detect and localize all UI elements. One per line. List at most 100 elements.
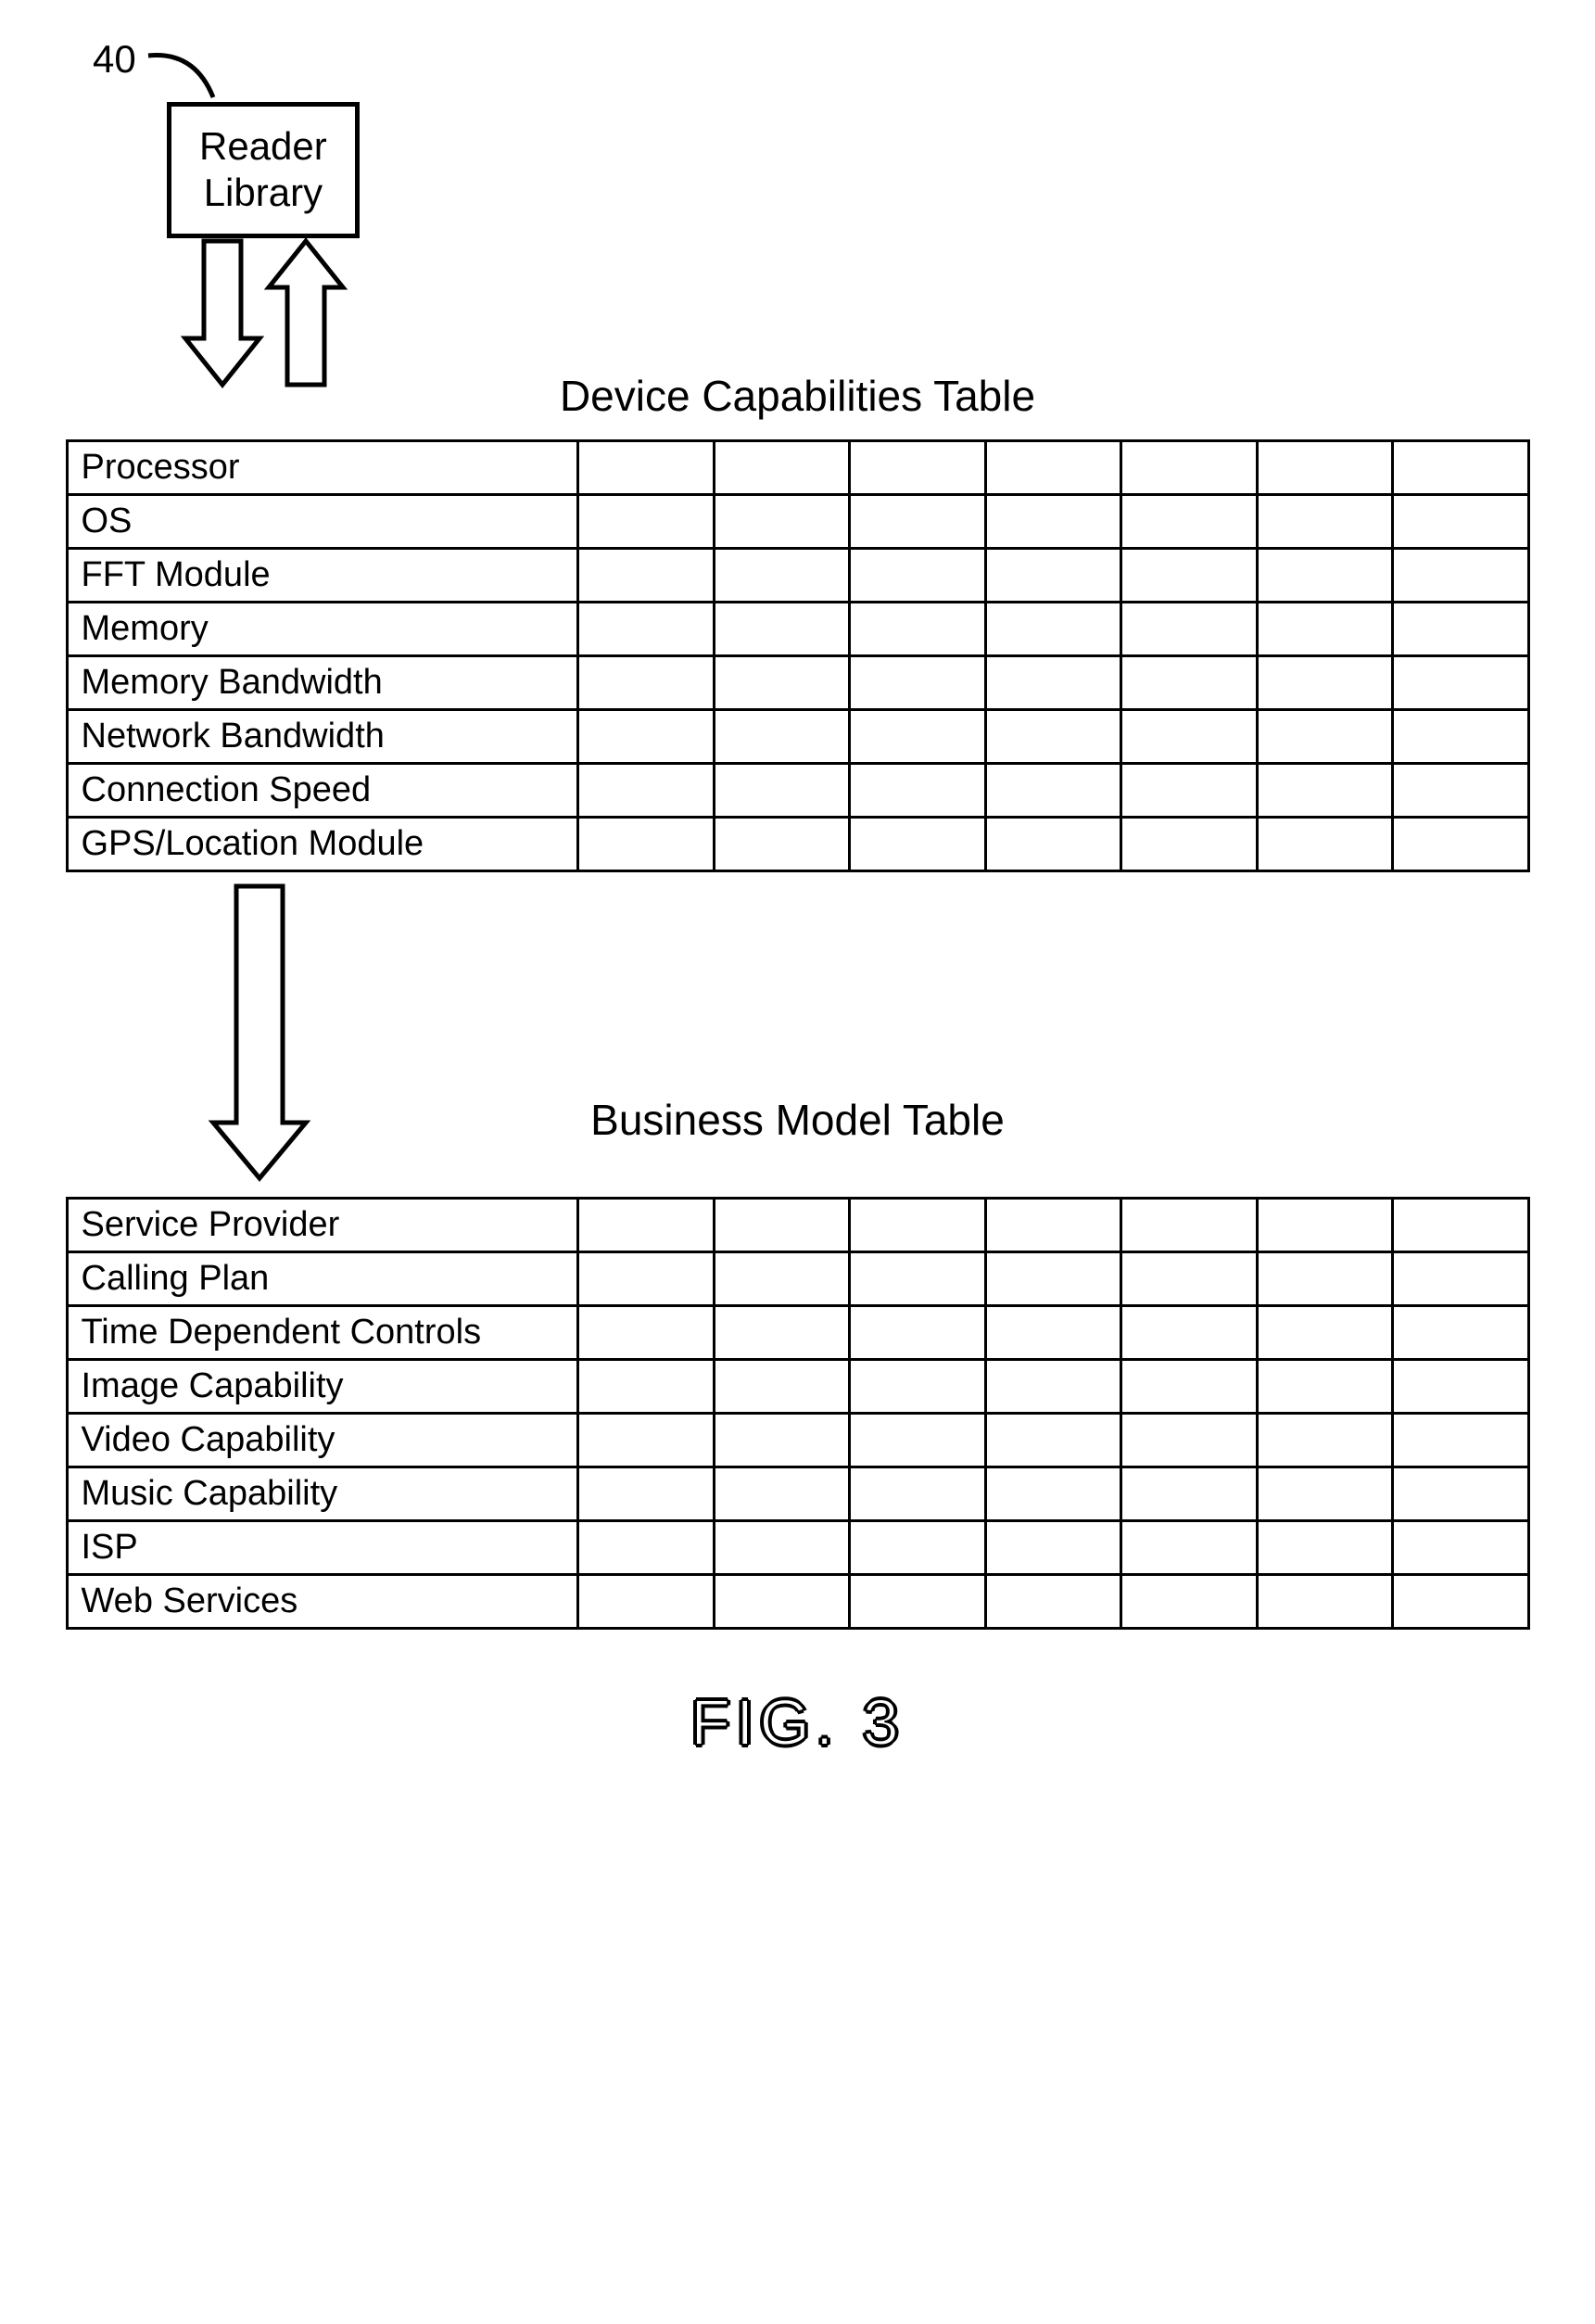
table-row: FFT Module bbox=[67, 549, 1528, 603]
empty-cell bbox=[1121, 549, 1257, 603]
table-row: GPS/Location Module bbox=[67, 818, 1528, 871]
empty-cell bbox=[1257, 1521, 1392, 1575]
row-label: Memory Bandwidth bbox=[67, 656, 578, 710]
device-capabilities-table: ProcessorOSFFT ModuleMemoryMemory Bandwi… bbox=[66, 439, 1530, 872]
table-row: Web Services bbox=[67, 1575, 1528, 1629]
empty-cell bbox=[714, 603, 849, 656]
empty-cell bbox=[850, 1252, 985, 1306]
empty-cell bbox=[850, 1467, 985, 1521]
reader-library-line2: Library bbox=[199, 170, 327, 216]
device-capabilities-tbody: ProcessorOSFFT ModuleMemoryMemory Bandwi… bbox=[67, 441, 1528, 871]
empty-cell bbox=[1121, 441, 1257, 495]
empty-cell bbox=[714, 1467, 849, 1521]
empty-cell bbox=[1257, 656, 1392, 710]
row-label: Video Capability bbox=[67, 1414, 578, 1467]
row-label: FFT Module bbox=[67, 549, 578, 603]
empty-cell bbox=[578, 764, 714, 818]
empty-cell bbox=[985, 603, 1120, 656]
empty-cell bbox=[1393, 764, 1529, 818]
empty-cell bbox=[1257, 1575, 1392, 1629]
empty-cell bbox=[985, 1521, 1120, 1575]
reader-library-line1: Reader bbox=[199, 123, 327, 170]
empty-cell bbox=[578, 1521, 714, 1575]
empty-cell bbox=[850, 1199, 985, 1252]
empty-cell bbox=[850, 549, 985, 603]
double-arrow-icon bbox=[181, 236, 357, 394]
row-label: Network Bandwidth bbox=[67, 710, 578, 764]
row-label: ISP bbox=[67, 1521, 578, 1575]
empty-cell bbox=[1393, 818, 1529, 871]
empty-cell bbox=[578, 1575, 714, 1629]
empty-cell bbox=[985, 710, 1120, 764]
empty-cell bbox=[1393, 549, 1529, 603]
table-row: Video Capability bbox=[67, 1414, 1528, 1467]
empty-cell bbox=[1121, 1199, 1257, 1252]
table-row: Time Dependent Controls bbox=[67, 1306, 1528, 1360]
row-label: Memory bbox=[67, 603, 578, 656]
empty-cell bbox=[1121, 1306, 1257, 1360]
empty-cell bbox=[1257, 1467, 1392, 1521]
empty-cell bbox=[1257, 1414, 1392, 1467]
table-row: OS bbox=[67, 495, 1528, 549]
empty-cell bbox=[578, 603, 714, 656]
empty-cell bbox=[714, 549, 849, 603]
empty-cell bbox=[1393, 1414, 1529, 1467]
row-label: GPS/Location Module bbox=[67, 818, 578, 871]
empty-cell bbox=[714, 495, 849, 549]
empty-cell bbox=[578, 1360, 714, 1414]
empty-cell bbox=[578, 441, 714, 495]
empty-cell bbox=[1121, 1360, 1257, 1414]
empty-cell bbox=[578, 656, 714, 710]
empty-cell bbox=[985, 818, 1120, 871]
empty-cell bbox=[850, 441, 985, 495]
empty-cell bbox=[1257, 441, 1392, 495]
table-row: Image Capability bbox=[67, 1360, 1528, 1414]
empty-cell bbox=[1257, 1252, 1392, 1306]
empty-cell bbox=[1393, 710, 1529, 764]
row-label: Time Dependent Controls bbox=[67, 1306, 578, 1360]
table-row: Memory bbox=[67, 603, 1528, 656]
empty-cell bbox=[578, 1414, 714, 1467]
empty-cell bbox=[714, 1252, 849, 1306]
empty-cell bbox=[1121, 656, 1257, 710]
table-row: Connection Speed bbox=[67, 764, 1528, 818]
reference-number: 40 bbox=[93, 37, 136, 82]
empty-cell bbox=[714, 1360, 849, 1414]
empty-cell bbox=[985, 1575, 1120, 1629]
empty-cell bbox=[1393, 495, 1529, 549]
business-model-table: Service ProviderCalling PlanTime Depende… bbox=[66, 1197, 1530, 1630]
empty-cell bbox=[985, 764, 1120, 818]
row-label: Connection Speed bbox=[67, 764, 578, 818]
empty-cell bbox=[578, 549, 714, 603]
business-model-tbody: Service ProviderCalling PlanTime Depende… bbox=[67, 1199, 1528, 1629]
empty-cell bbox=[850, 1306, 985, 1360]
empty-cell bbox=[850, 1414, 985, 1467]
empty-cell bbox=[1257, 603, 1392, 656]
empty-cell bbox=[714, 1521, 849, 1575]
row-label: OS bbox=[67, 495, 578, 549]
table-row: Service Provider bbox=[67, 1199, 1528, 1252]
empty-cell bbox=[1121, 764, 1257, 818]
empty-cell bbox=[578, 818, 714, 871]
empty-cell bbox=[850, 1575, 985, 1629]
empty-cell bbox=[985, 495, 1120, 549]
empty-cell bbox=[1121, 1467, 1257, 1521]
empty-cell bbox=[1121, 1521, 1257, 1575]
row-label: Music Capability bbox=[67, 1467, 578, 1521]
empty-cell bbox=[850, 818, 985, 871]
empty-cell bbox=[1393, 603, 1529, 656]
empty-cell bbox=[578, 1199, 714, 1252]
table-row: Calling Plan bbox=[67, 1252, 1528, 1306]
table-row: Network Bandwidth bbox=[67, 710, 1528, 764]
table-row: ISP bbox=[67, 1521, 1528, 1575]
empty-cell bbox=[578, 495, 714, 549]
table-row: Memory Bandwidth bbox=[67, 656, 1528, 710]
empty-cell bbox=[985, 441, 1120, 495]
empty-cell bbox=[1393, 656, 1529, 710]
empty-cell bbox=[850, 495, 985, 549]
empty-cell bbox=[1257, 818, 1392, 871]
empty-cell bbox=[985, 656, 1120, 710]
empty-cell bbox=[1393, 1467, 1529, 1521]
row-label: Web Services bbox=[67, 1575, 578, 1629]
row-label: Processor bbox=[67, 441, 578, 495]
